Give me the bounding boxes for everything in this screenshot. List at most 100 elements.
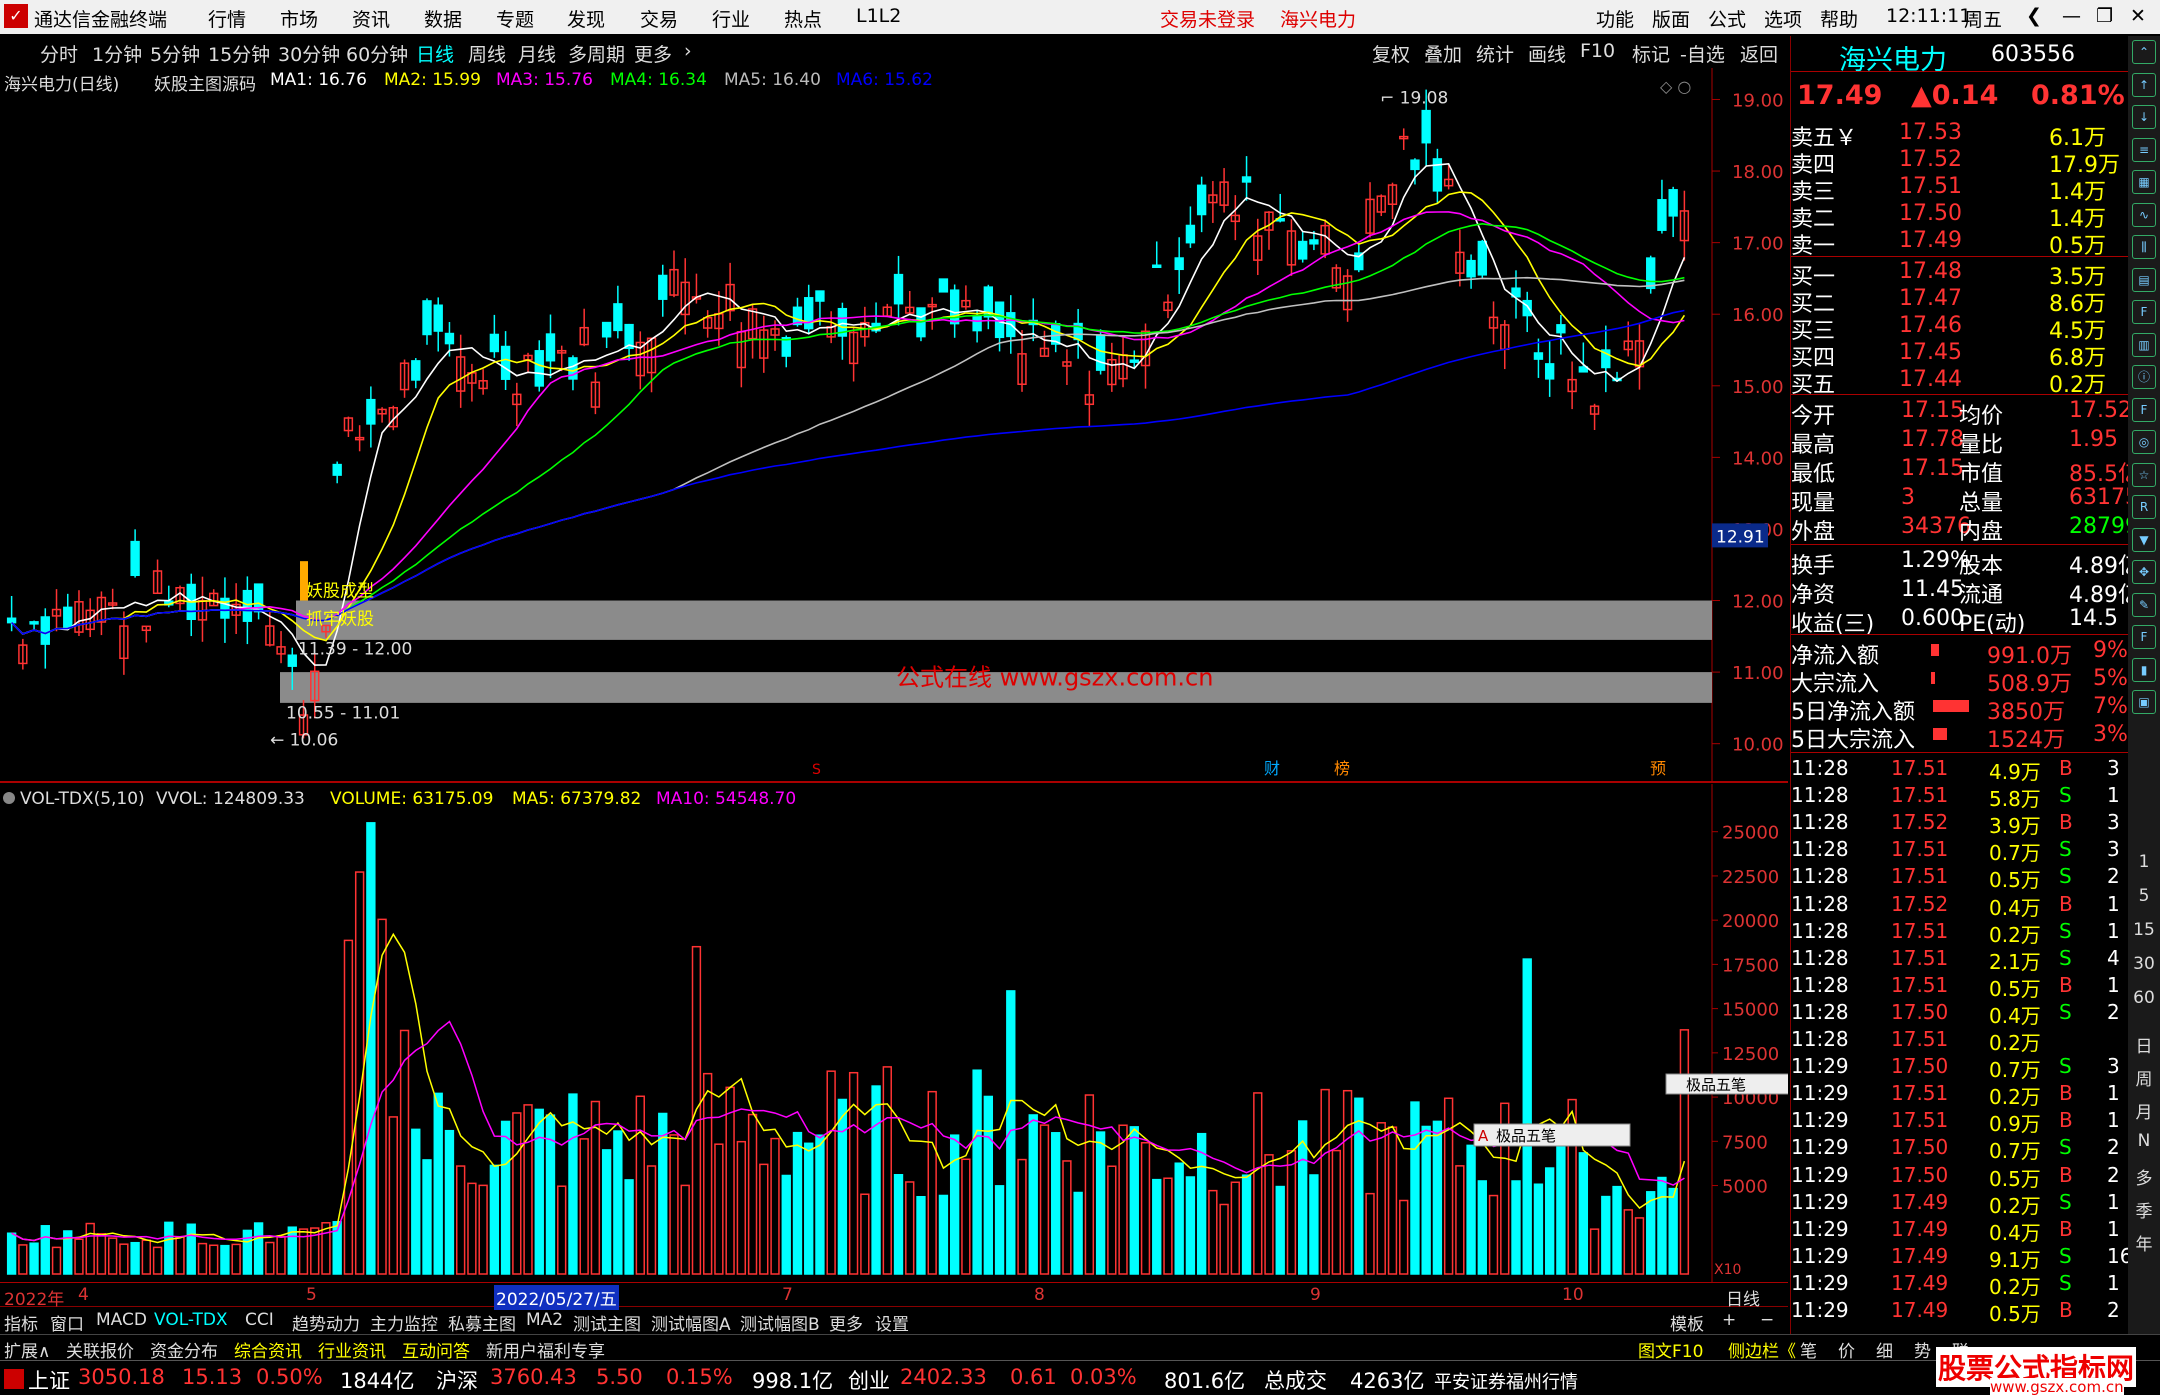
formula-name[interactable]: 妖股主图源码 — [154, 70, 256, 95]
panel-tab[interactable]: 侧边栏《 — [1728, 1337, 1796, 1362]
bar-icon[interactable]: ▮ — [2132, 657, 2156, 682]
sidebar-period-text[interactable]: 周 — [2132, 1065, 2156, 1090]
indicator-tab[interactable]: MACD — [96, 1310, 147, 1330]
panel-tab[interactable]: 势 — [1914, 1337, 1931, 1362]
menu-redian[interactable]: 热点 — [784, 5, 822, 32]
orderbook-price[interactable]: 17.45 — [1899, 340, 1962, 365]
period-tab-15min[interactable]: 15分钟 — [208, 40, 270, 67]
menu-shuju[interactable]: 数据 — [424, 5, 462, 32]
close-icon[interactable]: ✕ — [2130, 5, 2146, 27]
tool-tongji[interactable]: 统计 — [1476, 40, 1514, 67]
info-icon[interactable]: ⓘ — [2132, 365, 2156, 389]
hs-label[interactable]: 沪深 — [436, 1365, 478, 1395]
period-tab-5min[interactable]: 5分钟 — [150, 40, 200, 67]
pen-icon[interactable]: ✎ — [2132, 592, 2156, 617]
info-tab[interactable]: 新用户福利专享 — [486, 1337, 605, 1362]
info-tab[interactable]: 行业资讯 — [318, 1337, 386, 1362]
kline-icon[interactable]: ⫼ — [2132, 235, 2156, 259]
period-tab-60min[interactable]: 60分钟 — [346, 40, 408, 67]
sidebar-period-num[interactable]: 1 — [2132, 852, 2156, 872]
star-icon[interactable]: ☆ — [2132, 462, 2156, 487]
sidebar-period-text[interactable]: 年 — [2132, 1230, 2156, 1255]
menu-hangqing[interactable]: 行情 — [208, 5, 246, 32]
sidebar-period-num[interactable]: 30 — [2132, 954, 2156, 974]
menu-hangye[interactable]: 行业 — [712, 5, 750, 32]
indicator-tab[interactable]: 指标 — [4, 1310, 38, 1335]
sidebar-period-text[interactable]: N — [2132, 1131, 2156, 1151]
fz-icon[interactable]: F — [2132, 397, 2156, 422]
arrow-up-icon[interactable]: ↑ — [2132, 72, 2156, 97]
tool-zixuan[interactable]: -自选 — [1680, 40, 1725, 67]
template-button[interactable]: 模板 — [1670, 1310, 1704, 1335]
sidebar-period-text[interactable]: 月 — [2132, 1098, 2156, 1123]
indicator-tab[interactable]: 主力监控 — [370, 1310, 438, 1335]
back-icon[interactable]: ❮ — [2026, 5, 2042, 27]
period-tab-fenshi[interactable]: 分时 — [40, 40, 78, 67]
orderbook-price[interactable]: 17.53 — [1899, 120, 1962, 145]
panel-tab[interactable]: 笔 — [1800, 1337, 1817, 1362]
menu-jiaoyi[interactable]: 交易 — [640, 5, 678, 32]
indicator-tab[interactable]: 设置 — [875, 1310, 909, 1335]
period-tab-daily[interactable]: 日线 — [416, 40, 454, 67]
indicator-tab[interactable]: 测试幅图B — [740, 1310, 820, 1335]
chevron-up-icon[interactable]: ⌃ — [2132, 40, 2156, 64]
menu-zhuanti[interactable]: 专题 — [496, 5, 534, 32]
circle-icon[interactable]: ◎ — [2132, 430, 2156, 454]
sidebar-period-text[interactable]: 日 — [2132, 1032, 2156, 1057]
orderbook-price[interactable]: 17.46 — [1899, 313, 1962, 338]
menu-faxian[interactable]: 发现 — [567, 5, 605, 32]
grid-icon[interactable]: ▤ — [2132, 267, 2156, 292]
sidebar-period-num[interactable]: 60 — [2132, 988, 2156, 1008]
template-button[interactable]: − — [1760, 1310, 1774, 1330]
move-icon[interactable]: ✥ — [2132, 560, 2156, 584]
tool-fanhui[interactable]: 返回 — [1740, 40, 1778, 67]
period-tab-monthly[interactable]: 月线 — [518, 40, 556, 67]
info-tab[interactable]: 资金分布 — [150, 1337, 218, 1362]
menu-l1l2[interactable]: L1L2 — [856, 5, 901, 27]
panel-tab[interactable]: 细 — [1876, 1337, 1893, 1362]
period-tab-weekly[interactable]: 周线 — [468, 40, 506, 67]
orderbook-price[interactable]: 17.52 — [1899, 147, 1962, 172]
orderbook-price[interactable]: 17.48 — [1899, 259, 1962, 284]
f10-icon[interactable]: F — [2132, 300, 2156, 324]
fs-icon[interactable]: F — [2132, 625, 2156, 649]
tool-diejia[interactable]: 叠加 — [1424, 40, 1462, 67]
indicator-tab[interactable]: 测试主图 — [573, 1310, 641, 1335]
panel-tab[interactable]: 价 — [1838, 1337, 1855, 1362]
panel-tab[interactable]: 图文F10 — [1638, 1337, 1703, 1362]
indicator-tab[interactable]: 私募主图 — [448, 1310, 516, 1335]
menu-gongshi[interactable]: 公式 — [1708, 5, 1746, 32]
period-tab-1min[interactable]: 1分钟 — [92, 40, 142, 67]
indicator-tab[interactable]: 趋势动力 — [292, 1310, 360, 1335]
menu-bangzhu[interactable]: 帮助 — [1820, 5, 1858, 32]
period-tab-more[interactable]: 更多 — [634, 40, 672, 67]
tool-fuquan[interactable]: 复权 — [1372, 40, 1410, 67]
sidebar-period-text[interactable]: 多 — [2132, 1164, 2156, 1189]
sidebar-period-num[interactable]: 5 — [2132, 886, 2156, 906]
minimize-icon[interactable]: — — [2062, 5, 2081, 27]
sidebar-period-num[interactable]: 15 — [2132, 920, 2156, 940]
tool-biaoji[interactable]: 标记 — [1632, 40, 1670, 67]
line-chart-icon[interactable]: ∿ — [2132, 202, 2156, 227]
orderbook-price[interactable]: 17.47 — [1899, 286, 1962, 311]
sidebar-period-text[interactable]: 季 — [2132, 1197, 2156, 1222]
menu-banmian[interactable]: 版面 — [1652, 5, 1690, 32]
info-tab[interactable]: 关联报价 — [66, 1337, 134, 1362]
period-tab-multi[interactable]: 多周期 — [568, 40, 625, 67]
layers-icon[interactable]: ▣ — [2132, 690, 2156, 714]
menu-xuanxiang[interactable]: 选项 — [1764, 5, 1802, 32]
down-icon[interactable]: ▼ — [2132, 527, 2156, 552]
price-chart[interactable]: 19.0018.0017.0016.0015.0014.0013.0012.00… — [0, 68, 1788, 783]
orderbook-price[interactable]: 17.50 — [1899, 201, 1962, 226]
restore-icon[interactable]: ❐ — [2096, 5, 2113, 27]
orderbook-price[interactable]: 17.51 — [1899, 174, 1962, 199]
indicator-tab[interactable]: 测试幅图A — [651, 1310, 731, 1335]
menu-gongneng[interactable]: 功能 — [1596, 5, 1634, 32]
list-icon[interactable]: ≡ — [2132, 137, 2156, 162]
indicator-tab[interactable]: 窗口 — [50, 1310, 84, 1335]
indicator-tab[interactable]: CCI — [245, 1310, 274, 1330]
info-tab[interactable]: 综合资讯 — [234, 1337, 302, 1362]
sh-label[interactable]: 上证 — [28, 1365, 70, 1395]
book-icon[interactable]: ▥ — [2132, 332, 2156, 357]
indicator-tab[interactable]: VOL-TDX — [154, 1310, 228, 1330]
